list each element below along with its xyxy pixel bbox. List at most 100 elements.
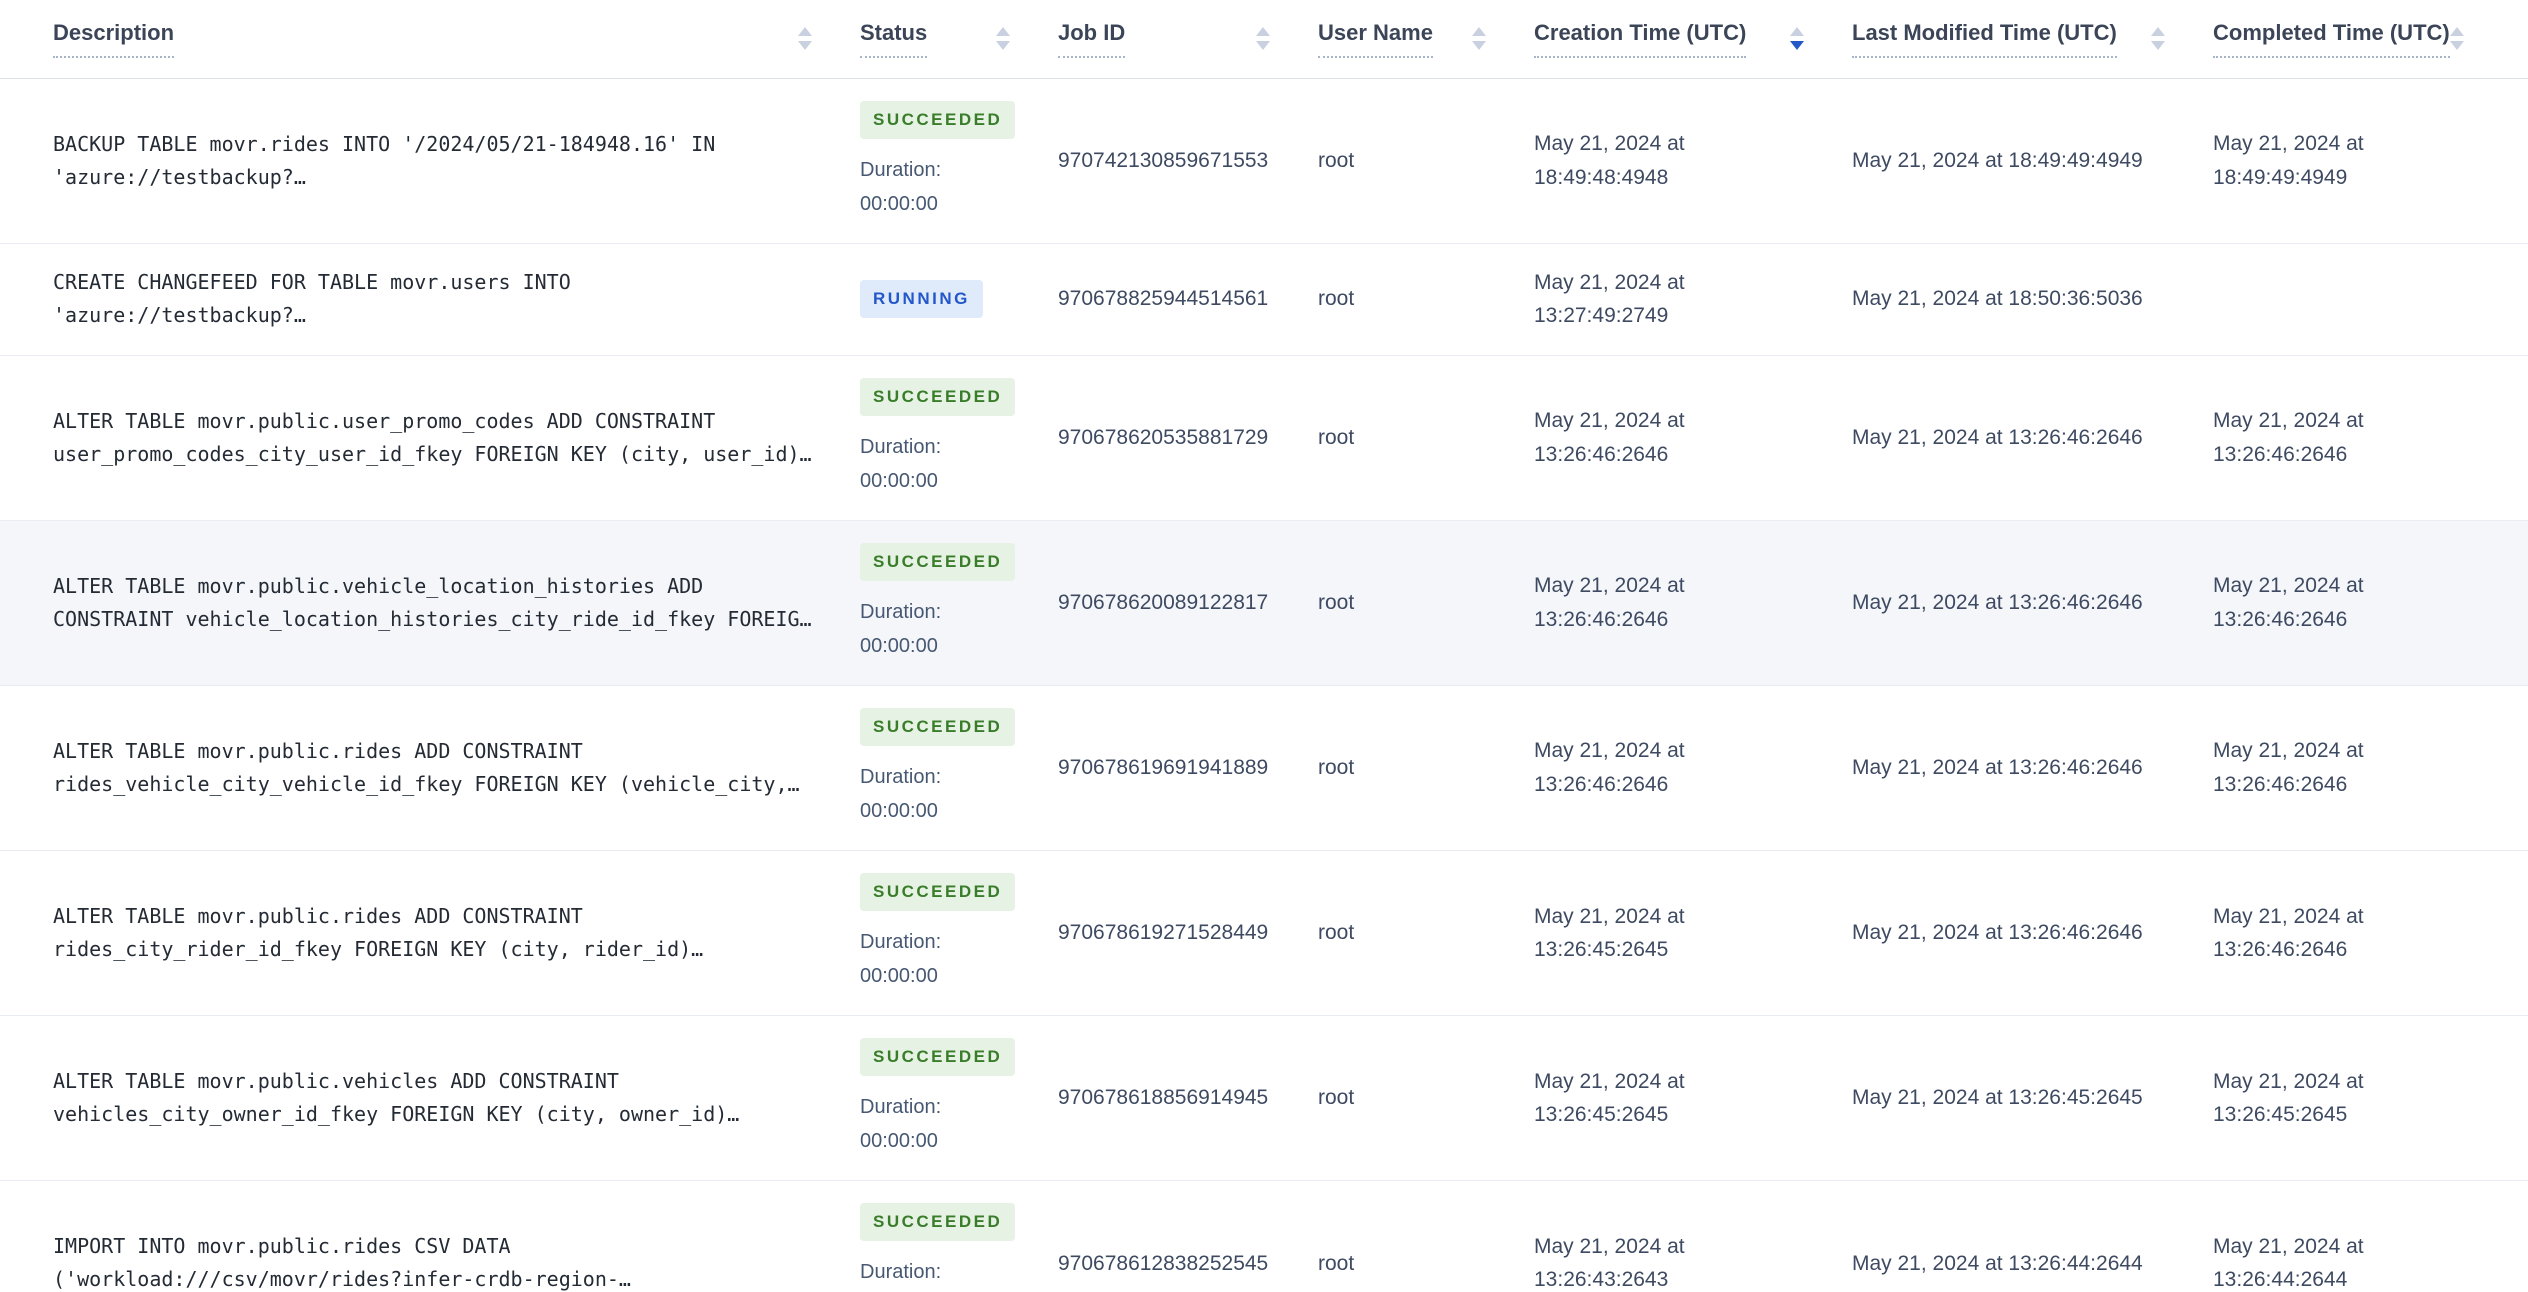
- creation-time-cell: May 21, 2024 at 13:26:43:2643: [1534, 1180, 1852, 1292]
- creation-time-cell: May 21, 2024 at 13:26:45:2645: [1534, 850, 1852, 1017]
- jobs-table-header: Description Status Job ID User Name Crea…: [0, 0, 2528, 79]
- status-badge: SUCCEEDED: [860, 377, 1016, 416]
- status-badge: RUNNING: [860, 280, 983, 319]
- last-modified-time-cell: May 21, 2024 at 13:26:46:2646: [1852, 850, 2213, 1017]
- column-header-creation-time[interactable]: Creation Time (UTC): [1534, 0, 1852, 79]
- sort-icon[interactable]: [1472, 27, 1486, 51]
- user-name-cell: root: [1318, 355, 1534, 521]
- column-header-user-name[interactable]: User Name: [1318, 0, 1534, 79]
- description-cell: ALTER TABLE movr.public.rides ADD CONSTR…: [0, 685, 860, 852]
- job-id-cell: 970678825944514561: [1058, 243, 1318, 356]
- user-name-cell: root: [1318, 1180, 1534, 1292]
- column-header-last-modified-time[interactable]: Last Modified Time (UTC): [1852, 0, 2213, 79]
- job-description-link[interactable]: ALTER TABLE movr.public.user_promo_codes…: [53, 409, 812, 466]
- completed-time-cell: May 21, 2024 at 18:49:49:4949: [2213, 78, 2528, 244]
- status-cell: SUCCEEDED Duration: 00:00:00: [860, 520, 1058, 686]
- status-badge: SUCCEEDED: [860, 542, 1016, 581]
- job-duration: Duration: 00:00:00: [860, 766, 942, 823]
- jobs-table: Description Status Job ID User Name Crea…: [0, 0, 2528, 1292]
- status-badge: SUCCEEDED: [860, 1038, 1016, 1077]
- user-name-cell: root: [1318, 850, 1534, 1017]
- column-header-completed-time[interactable]: Completed Time (UTC): [2213, 0, 2528, 79]
- status-cell: RUNNING: [860, 243, 1058, 356]
- user-name-cell: root: [1318, 1015, 1534, 1182]
- column-label: Job ID: [1058, 20, 1126, 58]
- status-badge: SUCCEEDED: [860, 707, 1016, 747]
- status-badge: SUCCEEDED: [860, 1203, 1016, 1242]
- sort-icon-active-desc[interactable]: [1790, 27, 1804, 51]
- jobs-table-body: BACKUP TABLE movr.rides INTO '/2024/05/2…: [0, 78, 2528, 1292]
- description-cell: ALTER TABLE movr.public.vehicle_location…: [0, 520, 860, 686]
- job-description-link[interactable]: ALTER TABLE movr.public.rides ADD CONSTR…: [53, 739, 800, 796]
- status-cell: SUCCEEDED Duration: 00:00:00: [860, 1180, 1058, 1292]
- job-duration: Duration: 00:00:00: [860, 931, 942, 988]
- column-header-description[interactable]: Description: [0, 0, 860, 79]
- creation-time-cell: May 21, 2024 at 13:26:45:2645: [1534, 1015, 1852, 1182]
- completed-time-cell: May 21, 2024 at 13:26:46:2646: [2213, 850, 2528, 1017]
- creation-time-cell: May 21, 2024 at 13:27:49:2749: [1534, 243, 1852, 356]
- job-id-cell: 970678620535881729: [1058, 355, 1318, 521]
- completed-time-cell: May 21, 2024 at 13:26:44:2644: [2213, 1180, 2528, 1292]
- job-description-link[interactable]: ALTER TABLE movr.public.rides ADD CONSTR…: [53, 904, 703, 961]
- job-duration: Duration: 00:00:00: [860, 600, 942, 657]
- description-cell: BACKUP TABLE movr.rides INTO '/2024/05/2…: [0, 78, 860, 244]
- table-row: BACKUP TABLE movr.rides INTO '/2024/05/2…: [0, 78, 2528, 244]
- job-id-cell: 970678618856914945: [1058, 1015, 1318, 1182]
- completed-time-cell: May 21, 2024 at 13:26:46:2646: [2213, 355, 2528, 521]
- last-modified-time-cell: May 21, 2024 at 13:26:46:2646: [1852, 520, 2213, 686]
- job-duration: Duration: 00:00:00: [860, 435, 942, 492]
- job-id-cell: 970678620089122817: [1058, 520, 1318, 686]
- job-duration: Duration: 00:00:00: [860, 1096, 942, 1153]
- last-modified-time-cell: May 21, 2024 at 13:26:46:2646: [1852, 355, 2213, 521]
- column-label: Description: [53, 20, 175, 58]
- last-modified-time-cell: May 21, 2024 at 18:50:36:5036: [1852, 243, 2213, 356]
- job-duration: Duration: 00:00:00: [860, 158, 942, 215]
- column-header-status[interactable]: Status: [860, 0, 1058, 79]
- column-header-job-id[interactable]: Job ID: [1058, 0, 1318, 79]
- job-description-link[interactable]: CREATE CHANGEFEED FOR TABLE movr.users I…: [53, 270, 571, 327]
- job-description-link[interactable]: IMPORT INTO movr.public.rides CSV DATA (…: [53, 1234, 631, 1291]
- status-cell: SUCCEEDED Duration: 00:00:00: [860, 78, 1058, 244]
- column-label: Last Modified Time (UTC): [1852, 20, 2117, 58]
- status-cell: SUCCEEDED Duration: 00:00:00: [860, 1015, 1058, 1182]
- job-description-link[interactable]: ALTER TABLE movr.public.vehicle_location…: [53, 574, 812, 631]
- description-cell: ALTER TABLE movr.public.rides ADD CONSTR…: [0, 850, 860, 1017]
- last-modified-time-cell: May 21, 2024 at 13:26:45:2645: [1852, 1015, 2213, 1182]
- table-row: ALTER TABLE movr.public.user_promo_codes…: [0, 355, 2528, 521]
- job-id-cell: 970678612838252545: [1058, 1180, 1318, 1292]
- job-id-cell: 970742130859671553: [1058, 78, 1318, 244]
- column-label: User Name: [1318, 20, 1433, 58]
- sort-icon[interactable]: [1256, 27, 1270, 51]
- column-label: Status: [860, 20, 928, 58]
- table-row: ALTER TABLE movr.public.vehicle_location…: [0, 520, 2528, 686]
- job-description-link[interactable]: ALTER TABLE movr.public.vehicles ADD CON…: [53, 1069, 739, 1126]
- column-label: Creation Time (UTC): [1534, 20, 1747, 58]
- job-id-cell: 970678619691941889: [1058, 685, 1318, 852]
- creation-time-cell: May 21, 2024 at 13:26:46:2646: [1534, 355, 1852, 521]
- table-row: IMPORT INTO movr.public.rides CSV DATA (…: [0, 1180, 2528, 1292]
- completed-time-cell: May 21, 2024 at 13:26:46:2646: [2213, 685, 2528, 852]
- job-description-link[interactable]: BACKUP TABLE movr.rides INTO '/2024/05/2…: [53, 132, 715, 189]
- table-row: ALTER TABLE movr.public.vehicles ADD CON…: [0, 1015, 2528, 1182]
- sort-icon[interactable]: [2151, 27, 2165, 51]
- sort-icon[interactable]: [996, 27, 1010, 51]
- job-duration: Duration: 00:00:00: [860, 1261, 942, 1284]
- user-name-cell: root: [1318, 243, 1534, 356]
- sort-icon[interactable]: [2449, 27, 2464, 51]
- creation-time-cell: May 21, 2024 at 13:26:46:2646: [1534, 520, 1852, 686]
- status-badge: SUCCEEDED: [860, 100, 1016, 139]
- sort-icon[interactable]: [798, 27, 812, 51]
- column-label: Completed Time (UTC): [2213, 20, 2450, 58]
- table-row: ALTER TABLE movr.public.rides ADD CONSTR…: [0, 850, 2528, 1017]
- last-modified-time-cell: May 21, 2024 at 13:26:44:2644: [1852, 1180, 2213, 1292]
- description-cell: ALTER TABLE movr.public.vehicles ADD CON…: [0, 1015, 860, 1182]
- creation-time-cell: May 21, 2024 at 13:26:46:2646: [1534, 685, 1852, 852]
- description-cell: IMPORT INTO movr.public.rides CSV DATA (…: [0, 1180, 860, 1292]
- completed-time-cell: May 21, 2024 at 13:26:45:2645: [2213, 1015, 2528, 1182]
- status-badge: SUCCEEDED: [860, 873, 1016, 912]
- status-cell: SUCCEEDED Duration: 00:00:00: [860, 685, 1058, 852]
- table-row: ALTER TABLE movr.public.rides ADD CONSTR…: [0, 685, 2528, 852]
- user-name-cell: root: [1318, 78, 1534, 244]
- completed-time-cell: [2213, 243, 2528, 356]
- creation-time-cell: May 21, 2024 at 18:49:48:4948: [1534, 78, 1852, 244]
